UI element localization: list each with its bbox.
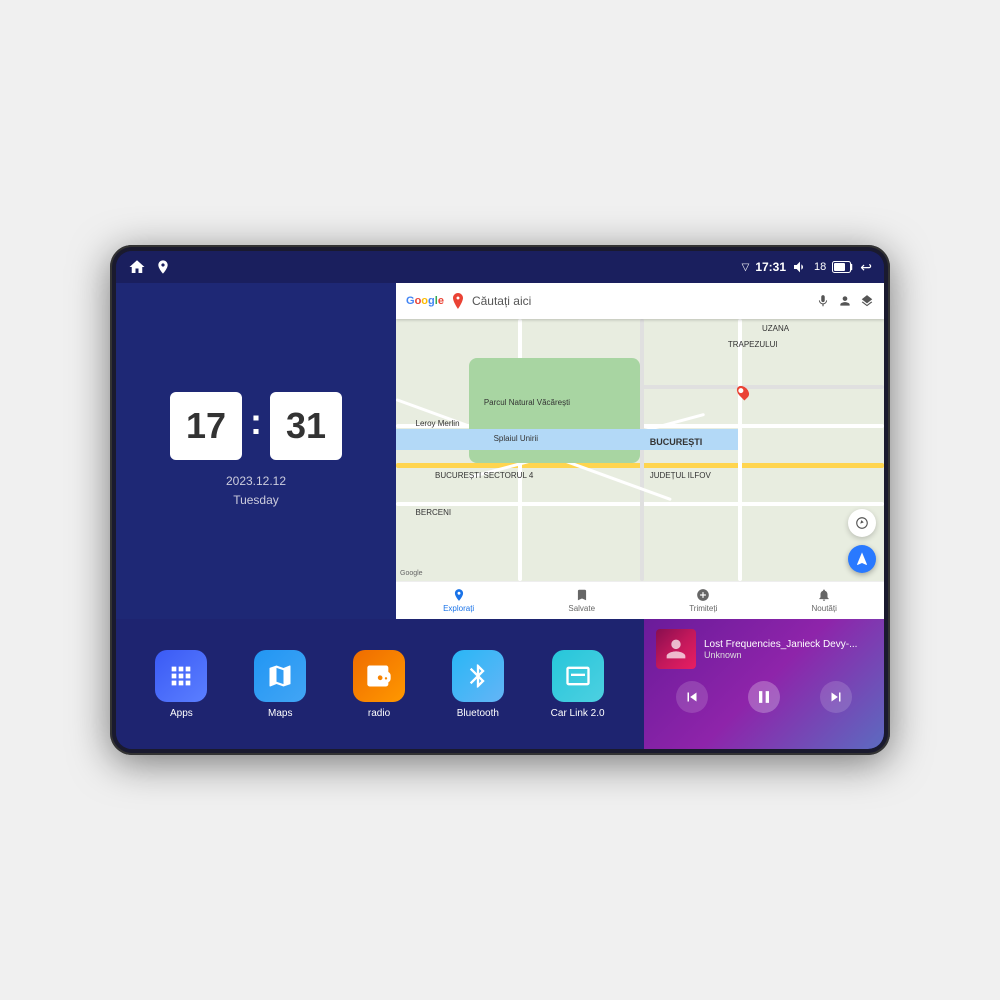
- map-label-leroy: Leroy Merlin: [416, 419, 460, 428]
- music-thumb-image: [656, 629, 696, 669]
- battery-icon: [832, 261, 854, 273]
- apps-section: Apps Maps: [116, 619, 644, 749]
- top-section: 17 : 31 2023.12.12 Tuesday Google: [116, 283, 884, 619]
- maps-status-icon[interactable]: [154, 258, 172, 276]
- bottom-section: Apps Maps: [116, 619, 884, 749]
- clock-display: 17 : 31: [170, 392, 342, 460]
- main-content: 17 : 31 2023.12.12 Tuesday Google: [116, 283, 884, 749]
- map-label-splai: Splaiul Unirii: [494, 434, 538, 443]
- battery-level: 18: [814, 261, 826, 273]
- map-label-uzana: UZANA: [762, 324, 789, 333]
- clock-hour: 17: [170, 392, 242, 460]
- status-right-icons: ▽ 17:31 18 ↩: [742, 259, 872, 276]
- app-icon-maps[interactable]: Maps: [254, 650, 306, 719]
- explore-nav-icon: [452, 588, 466, 602]
- carlink-icon: [552, 650, 604, 702]
- map-navigation-button[interactable]: [848, 545, 876, 573]
- map-nav-news[interactable]: Noutăți: [812, 588, 837, 613]
- layers-icon[interactable]: [860, 294, 874, 308]
- bluetooth-label: Bluetooth: [457, 708, 499, 719]
- back-icon[interactable]: ↩: [860, 259, 872, 276]
- home-icon[interactable]: [128, 258, 146, 276]
- app-icon-carlink[interactable]: Car Link 2.0: [551, 650, 605, 719]
- music-controls: [656, 681, 872, 713]
- clock-panel: 17 : 31 2023.12.12 Tuesday: [116, 283, 396, 619]
- google-attribution: Google: [400, 570, 423, 577]
- map-nav-send[interactable]: Trimiteți: [689, 588, 717, 613]
- google-maps-logo: Google: [406, 295, 444, 307]
- apps-label: Apps: [170, 708, 193, 719]
- news-nav-label: Noutăți: [812, 604, 837, 613]
- map-background: Parcul Natural Văcărești Leroy Merlin BU…: [396, 319, 884, 581]
- send-nav-icon: [696, 588, 710, 602]
- account-icon[interactable]: [838, 294, 852, 308]
- map-label-berceni: BERCENI: [416, 508, 452, 517]
- map-label-park: Parcul Natural Văcărești: [484, 398, 570, 407]
- map-area[interactable]: Parcul Natural Văcărești Leroy Merlin BU…: [396, 319, 884, 581]
- map-nav-saved[interactable]: Salvate: [568, 588, 595, 613]
- music-section: Lost Frequencies_Janieck Devy-... Unknow…: [644, 619, 884, 749]
- explore-nav-label: Explorați: [443, 604, 474, 613]
- clock-date: 2023.12.12 Tuesday: [226, 472, 286, 510]
- status-bar: ▽ 17:31 18 ↩: [116, 251, 884, 283]
- clock-minute: 31: [270, 392, 342, 460]
- map-label-ilfov: JUDEȚUL ILFOV: [650, 471, 711, 480]
- music-artist: Unknown: [704, 650, 872, 660]
- signal-icon: ▽: [742, 262, 750, 273]
- news-nav-icon: [817, 588, 831, 602]
- saved-nav-icon: [575, 588, 589, 602]
- map-compass-button[interactable]: [848, 509, 876, 537]
- map-pin-icon: [452, 293, 464, 309]
- music-info: Lost Frequencies_Janieck Devy-... Unknow…: [656, 629, 872, 669]
- music-text-info: Lost Frequencies_Janieck Devy-... Unknow…: [704, 639, 872, 660]
- status-left-icons: [128, 258, 172, 276]
- app-icon-radio[interactable]: radio: [353, 650, 405, 719]
- radio-label: radio: [368, 708, 390, 719]
- apps-icon: [155, 650, 207, 702]
- map-panel: Google Căutați aici: [396, 283, 884, 619]
- map-nav-explore[interactable]: Explorați: [443, 588, 474, 613]
- maps-icon: [254, 650, 306, 702]
- device-screen: ▽ 17:31 18 ↩: [116, 251, 884, 749]
- mic-icon[interactable]: [816, 294, 830, 308]
- bluetooth-icon: [452, 650, 504, 702]
- maps-label: Maps: [268, 708, 292, 719]
- music-prev-button[interactable]: [676, 681, 708, 713]
- carlink-label: Car Link 2.0: [551, 708, 605, 719]
- map-label-trap: TRAPEZULUI: [728, 340, 778, 349]
- clock-colon: :: [250, 401, 262, 443]
- map-label-buc: BUCUREȘTI: [650, 437, 703, 447]
- map-search-input[interactable]: Căutați aici: [472, 294, 808, 308]
- map-bottom-nav: Explorați Salvate Trimiteț: [396, 581, 884, 619]
- music-title: Lost Frequencies_Janieck Devy-...: [704, 639, 872, 650]
- radio-icon: [353, 650, 405, 702]
- map-search-bar: Google Căutați aici: [396, 283, 884, 319]
- map-label-sector4: BUCUREȘTI SECTORUL 4: [435, 471, 533, 480]
- device: ▽ 17:31 18 ↩: [110, 245, 890, 755]
- send-nav-label: Trimiteți: [689, 604, 717, 613]
- saved-nav-label: Salvate: [568, 604, 595, 613]
- time-display: 17:31: [755, 260, 786, 274]
- app-icon-apps[interactable]: Apps: [155, 650, 207, 719]
- volume-icon: [792, 259, 808, 275]
- music-next-button[interactable]: [820, 681, 852, 713]
- music-play-pause-button[interactable]: [748, 681, 780, 713]
- music-thumbnail: [656, 629, 696, 669]
- app-icon-bluetooth[interactable]: Bluetooth: [452, 650, 504, 719]
